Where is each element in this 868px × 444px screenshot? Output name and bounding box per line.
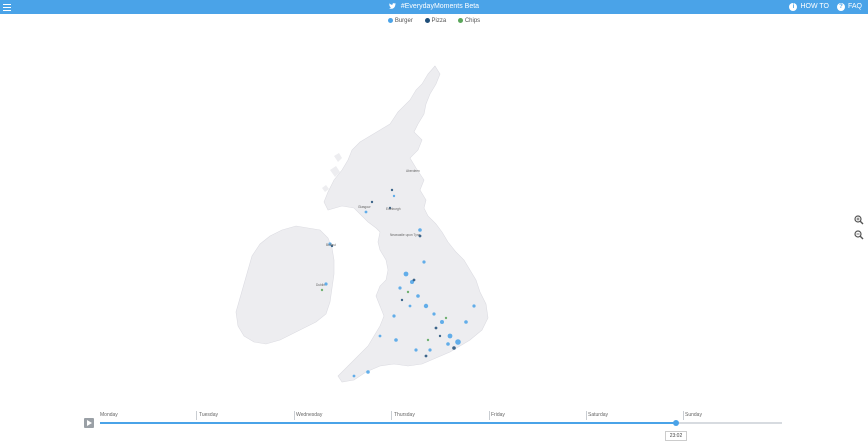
data-point bbox=[472, 304, 476, 308]
data-point bbox=[434, 326, 438, 330]
data-point bbox=[398, 286, 402, 290]
week-timeline: Monday Tuesday Wednesday Thursday Friday… bbox=[84, 408, 784, 444]
data-point bbox=[424, 354, 428, 358]
twitter-bird-icon bbox=[388, 3, 396, 9]
data-point bbox=[406, 290, 410, 294]
day-label-monday: Monday bbox=[100, 412, 118, 418]
city-label-edinburgh: Edinburgh bbox=[386, 207, 401, 211]
data-point bbox=[364, 210, 368, 214]
legend-label: Burger bbox=[394, 18, 413, 24]
timeline-handle[interactable] bbox=[673, 420, 679, 426]
play-button[interactable] bbox=[84, 418, 94, 428]
data-point bbox=[452, 346, 456, 350]
data-point bbox=[438, 334, 442, 338]
info-icon: i bbox=[789, 3, 798, 11]
day-divider bbox=[683, 411, 684, 420]
top-bar: #EverydayMoments Beta i HOW TO ? FAQ bbox=[0, 0, 868, 14]
data-point bbox=[392, 194, 396, 198]
data-point bbox=[408, 304, 412, 308]
zoom-in-icon[interactable] bbox=[854, 215, 864, 225]
city-label-glasgow: Glasgow bbox=[358, 205, 371, 209]
city-label-belfast: Belfast bbox=[326, 243, 336, 247]
legend-label: Pizza bbox=[431, 18, 447, 24]
day-label-wednesday: Wednesday bbox=[296, 412, 323, 418]
data-point bbox=[352, 374, 356, 378]
question-icon: ? bbox=[836, 3, 845, 11]
day-divider bbox=[196, 411, 197, 420]
data-point bbox=[378, 334, 382, 338]
data-point bbox=[426, 338, 430, 342]
data-point bbox=[440, 320, 444, 324]
day-label-tuesday: Tuesday bbox=[199, 412, 218, 418]
data-point bbox=[392, 314, 396, 318]
data-point bbox=[366, 370, 370, 374]
day-divider bbox=[294, 411, 295, 420]
data-point bbox=[422, 260, 426, 264]
uk-ireland-map[interactable]: Aberdeen Edinburgh Glasgow Newcastle upo… bbox=[230, 60, 500, 400]
timeline-track[interactable] bbox=[100, 420, 782, 426]
how-to-button[interactable]: i HOW TO bbox=[789, 2, 829, 12]
data-point bbox=[444, 316, 448, 320]
data-point bbox=[400, 298, 404, 302]
data-point bbox=[403, 271, 409, 277]
data-point bbox=[446, 342, 450, 346]
data-point bbox=[447, 333, 453, 339]
day-label-thursday: Thursday bbox=[394, 412, 415, 418]
data-point bbox=[428, 348, 432, 352]
legend-item-pizza[interactable]: Pizza bbox=[424, 18, 447, 24]
timeline-progress bbox=[100, 422, 676, 424]
data-point bbox=[423, 303, 429, 309]
legend-item-chips[interactable]: Chips bbox=[457, 18, 481, 24]
day-label-friday: Friday bbox=[491, 412, 505, 418]
data-point bbox=[416, 294, 420, 298]
data-point bbox=[414, 348, 418, 352]
zoom-out-icon[interactable] bbox=[854, 230, 864, 240]
data-point bbox=[370, 200, 374, 204]
day-divider bbox=[391, 411, 392, 420]
day-label-saturday: Saturday bbox=[588, 412, 609, 418]
data-point bbox=[394, 338, 398, 342]
time-display: 23:02 bbox=[665, 431, 687, 441]
data-point bbox=[432, 312, 436, 316]
data-point bbox=[412, 278, 416, 282]
faq-button[interactable]: ? FAQ bbox=[836, 2, 862, 12]
day-label-sunday: Sunday bbox=[685, 412, 702, 418]
day-divider bbox=[489, 411, 490, 420]
city-label-dublin: Dublin bbox=[316, 283, 325, 287]
day-divider bbox=[586, 411, 587, 420]
data-point bbox=[320, 288, 324, 292]
legend-dot bbox=[387, 18, 393, 23]
data-point bbox=[418, 228, 422, 232]
legend-dot bbox=[424, 18, 430, 23]
data-point bbox=[464, 320, 468, 324]
city-label-aberdeen: Aberdeen bbox=[406, 169, 420, 173]
data-point bbox=[455, 339, 461, 345]
data-point bbox=[390, 188, 394, 192]
how-to-label: HOW TO bbox=[800, 3, 829, 10]
legend-item-burger[interactable]: Burger bbox=[387, 18, 413, 24]
legend: Burger Pizza Chips bbox=[0, 18, 868, 24]
city-label-newcastle: Newcastle upon Tyne bbox=[390, 233, 421, 237]
legend-dot bbox=[457, 18, 463, 23]
legend-label: Chips bbox=[464, 18, 481, 24]
app-title-text: #EverydayMoments Beta bbox=[400, 3, 480, 10]
app-title: #EverydayMoments Beta bbox=[0, 2, 868, 12]
great-britain-shape bbox=[323, 65, 489, 383]
faq-label: FAQ bbox=[847, 3, 862, 10]
